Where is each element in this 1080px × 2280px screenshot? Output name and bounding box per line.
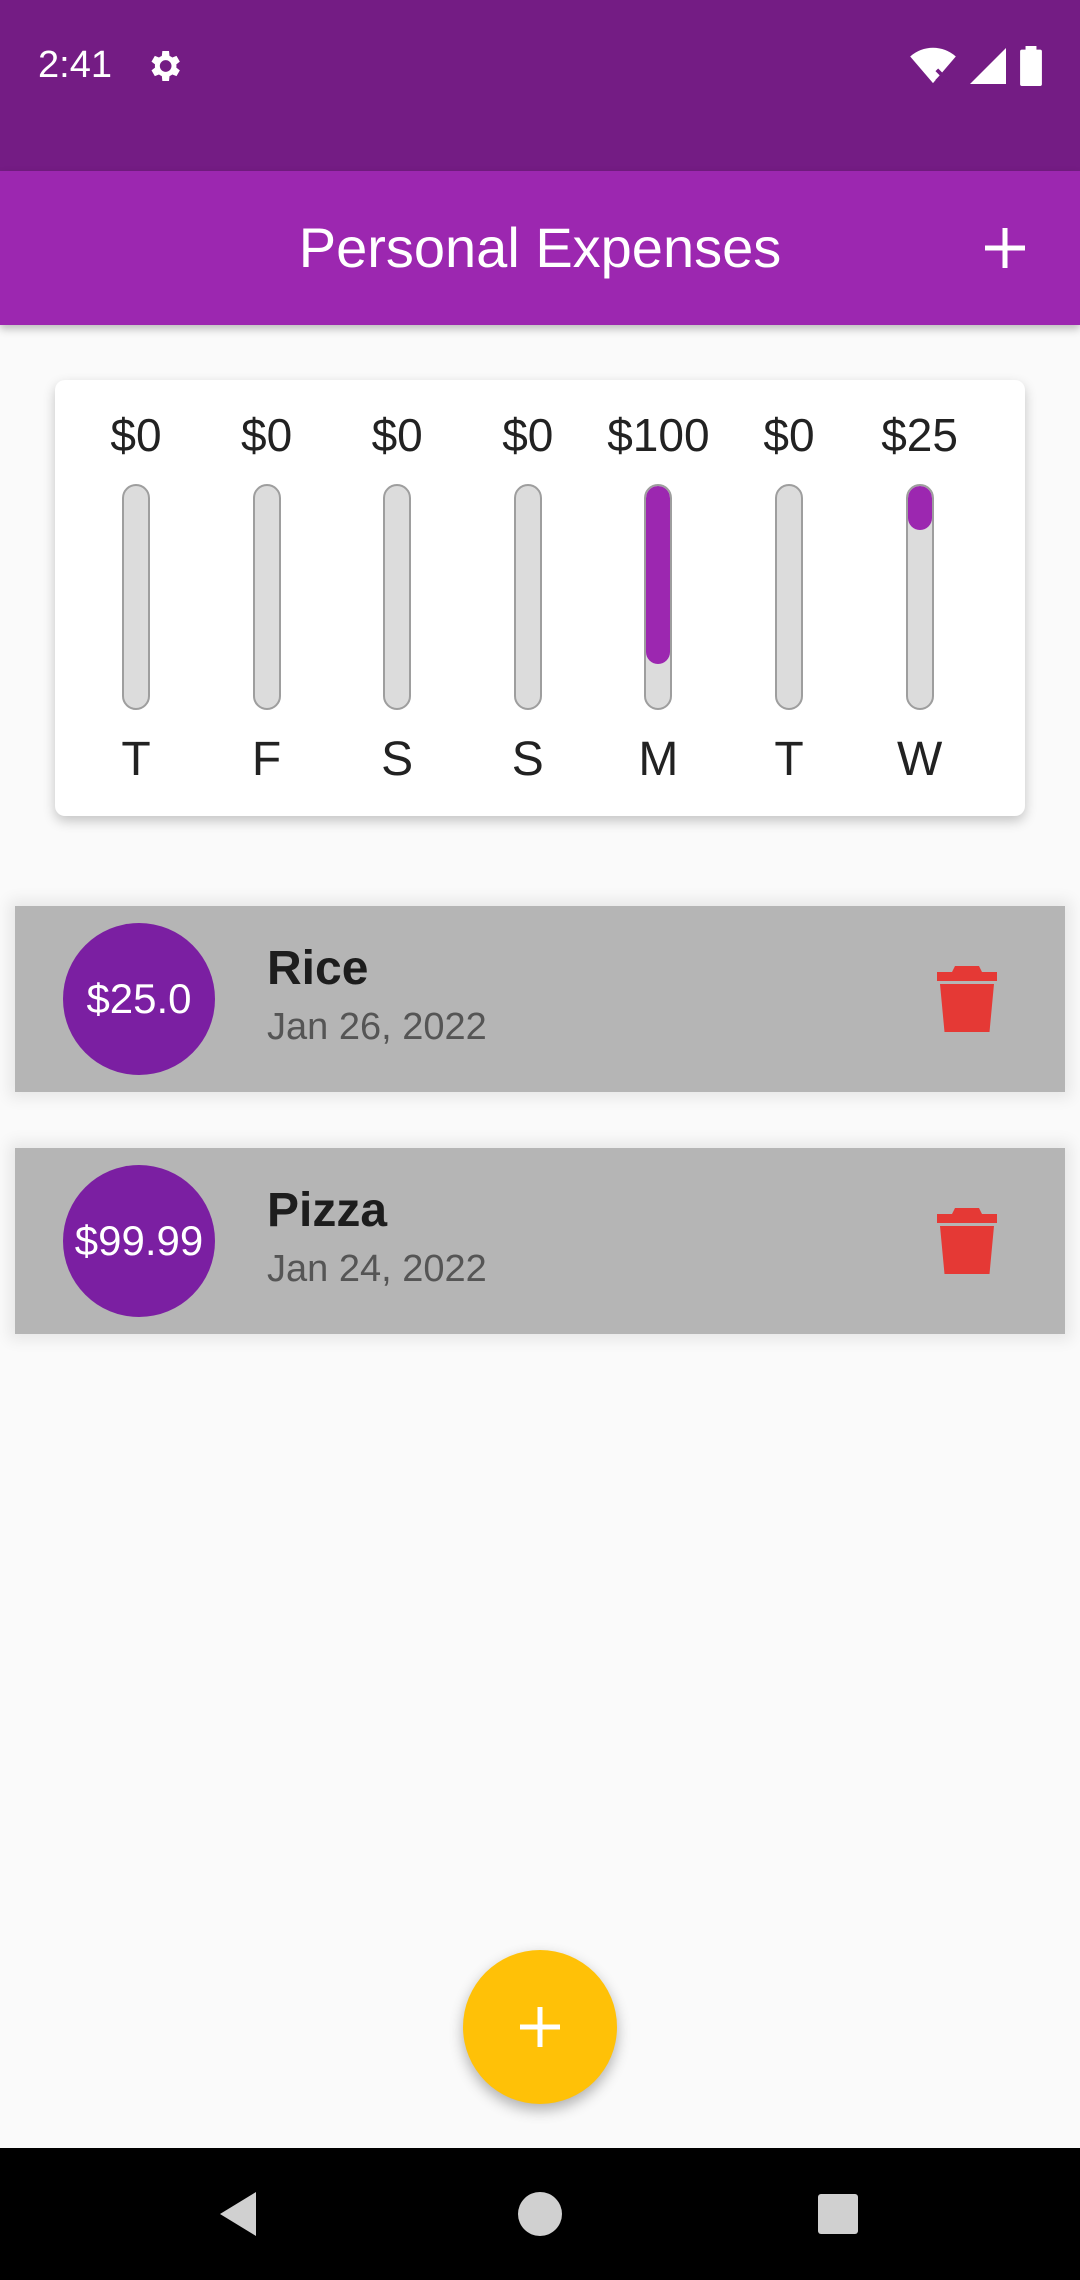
chart-column: $0 F bbox=[202, 380, 332, 816]
bar-amount-label: $0 bbox=[502, 409, 554, 461]
recents-square-icon[interactable] bbox=[810, 2186, 866, 2242]
chart-column: $0 S bbox=[332, 380, 462, 816]
add-transaction-fab[interactable] bbox=[463, 1950, 617, 2104]
bar-amount-label: $100 bbox=[607, 409, 710, 461]
chart-column: $0 T bbox=[724, 380, 854, 816]
chart-column: $0 S bbox=[463, 380, 593, 816]
gear-icon bbox=[151, 51, 180, 81]
status-time: 2:41 bbox=[38, 44, 112, 86]
wifi-off-icon bbox=[910, 47, 956, 84]
chart-column: $25 W bbox=[855, 380, 985, 816]
bar-day-label: S bbox=[381, 733, 414, 786]
bar-track bbox=[644, 484, 673, 710]
plus-icon bbox=[985, 228, 1025, 268]
app-bar: Personal Expenses bbox=[0, 171, 1080, 325]
transaction-title: Pizza bbox=[267, 1184, 388, 1237]
bar-day-label: S bbox=[511, 733, 544, 786]
bar-track bbox=[383, 484, 412, 710]
weekly-chart-card: $0 T $0 F $0 S $0 S $100 M $0 T $25 W bbox=[55, 380, 1025, 816]
app-bar-add-button[interactable] bbox=[970, 213, 1040, 283]
bar-day-label: T bbox=[121, 733, 151, 786]
transaction-title: Rice bbox=[267, 942, 369, 995]
system-nav-bar bbox=[0, 2148, 1080, 2280]
bar-track bbox=[775, 484, 803, 710]
bar-amount-label: $25 bbox=[881, 409, 958, 461]
home-circle-icon[interactable] bbox=[512, 2186, 568, 2242]
bar-track bbox=[252, 484, 281, 710]
trash-icon[interactable] bbox=[937, 966, 997, 1032]
bar-amount-label: $0 bbox=[763, 409, 815, 461]
status-indicators bbox=[910, 46, 1042, 86]
chart-column: $100 M bbox=[593, 380, 723, 816]
transaction-date: Jan 24, 2022 bbox=[267, 1248, 487, 1290]
status-bar: 2:41 bbox=[0, 0, 1080, 171]
bar-day-label: F bbox=[251, 733, 282, 786]
transaction-date: Jan 26, 2022 bbox=[267, 1006, 487, 1048]
chart-column: $0 T bbox=[71, 380, 201, 816]
signal-icon bbox=[970, 48, 1006, 84]
bar-track bbox=[905, 484, 934, 710]
trash-icon[interactable] bbox=[937, 1208, 997, 1274]
bar-track bbox=[513, 484, 542, 710]
bar-day-label: T bbox=[774, 733, 804, 786]
amount-avatar: $25.0 bbox=[63, 923, 215, 1075]
bar-fill bbox=[646, 486, 671, 664]
bar-amount-label: $0 bbox=[241, 409, 293, 461]
app-title: Personal Expenses bbox=[298, 216, 782, 279]
bar-fill bbox=[907, 486, 932, 531]
transaction-card: $25.0 Rice Jan 26, 2022 bbox=[15, 906, 1065, 1092]
battery-icon bbox=[1020, 46, 1042, 86]
bar-amount-label: $0 bbox=[110, 409, 162, 461]
bar-day-label: M bbox=[638, 733, 679, 786]
amount-avatar: $99.99 bbox=[63, 1165, 215, 1317]
plus-icon bbox=[520, 2007, 560, 2047]
bar-track bbox=[122, 484, 150, 710]
back-triangle-icon[interactable] bbox=[212, 2186, 268, 2242]
bar-amount-label: $0 bbox=[371, 409, 423, 461]
transaction-card: $99.99 Pizza Jan 24, 2022 bbox=[15, 1148, 1065, 1334]
bar-day-label: W bbox=[896, 733, 943, 786]
